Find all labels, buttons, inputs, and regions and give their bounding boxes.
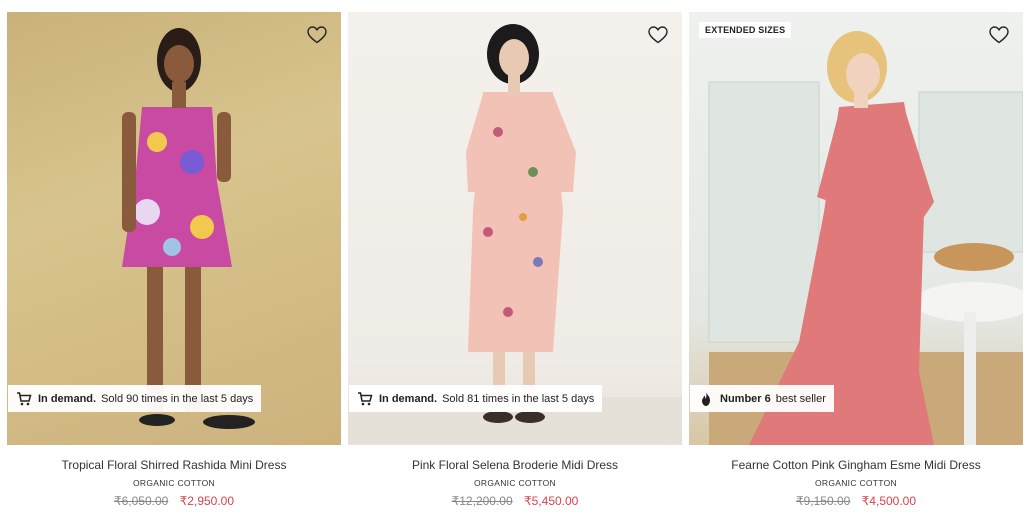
original-price: ₹6,050.00	[113, 494, 169, 508]
sale-price: ₹4,500.00	[861, 494, 917, 508]
product-image[interactable]: EXTENDED SIZES Number 6 best seller	[689, 12, 1023, 445]
heart-icon[interactable]	[648, 26, 668, 44]
badge-text: Sold 90 times in the last 5 days	[101, 392, 254, 405]
product-image[interactable]: In demand. Sold 81 times in the last 5 d…	[348, 12, 682, 445]
original-price: ₹12,200.00	[451, 494, 513, 508]
original-price: ₹9,150.00	[795, 494, 851, 508]
demand-badge: In demand. Sold 90 times in the last 5 d…	[8, 385, 262, 412]
product-card[interactable]: EXTENDED SIZES Number 6 best seller Fear…	[689, 12, 1023, 508]
bestseller-badge: Number 6 best seller	[690, 385, 834, 412]
product-card[interactable]: In demand. Sold 81 times in the last 5 d…	[348, 12, 682, 508]
sale-price: ₹5,450.00	[524, 494, 579, 508]
heart-icon[interactable]	[989, 26, 1009, 44]
product-title[interactable]: Pink Floral Selena Broderie Midi Dress	[348, 458, 682, 472]
badge-bold-text: In demand.	[38, 392, 97, 405]
sale-price: ₹2,950.00	[179, 494, 235, 508]
flame-icon	[698, 391, 714, 407]
badge-text: Sold 81 times in the last 5 days	[442, 392, 595, 405]
product-subtitle: ORGANIC COTTON	[815, 478, 897, 488]
product-grid: In demand. Sold 90 times in the last 5 d…	[0, 0, 1024, 512]
extended-sizes-tag: EXTENDED SIZES	[699, 22, 792, 38]
badge-text: best seller	[775, 392, 826, 405]
product-title[interactable]: Tropical Floral Shirred Rashida Mini Dre…	[7, 458, 341, 472]
product-title[interactable]: Fearne Cotton Pink Gingham Esme Midi Dre…	[689, 458, 1023, 472]
cart-icon	[357, 391, 373, 407]
heart-icon[interactable]	[307, 26, 327, 44]
badge-bold-text: Number 6	[720, 392, 771, 405]
product-subtitle: ORGANIC COTTON	[133, 478, 215, 488]
product-image[interactable]: In demand. Sold 90 times in the last 5 d…	[7, 12, 341, 445]
cart-icon	[16, 391, 32, 407]
badge-bold-text: In demand.	[379, 392, 438, 405]
demand-badge: In demand. Sold 81 times in the last 5 d…	[349, 385, 603, 412]
product-card[interactable]: In demand. Sold 90 times in the last 5 d…	[7, 12, 341, 508]
product-subtitle: ORGANIC COTTON	[474, 478, 556, 488]
